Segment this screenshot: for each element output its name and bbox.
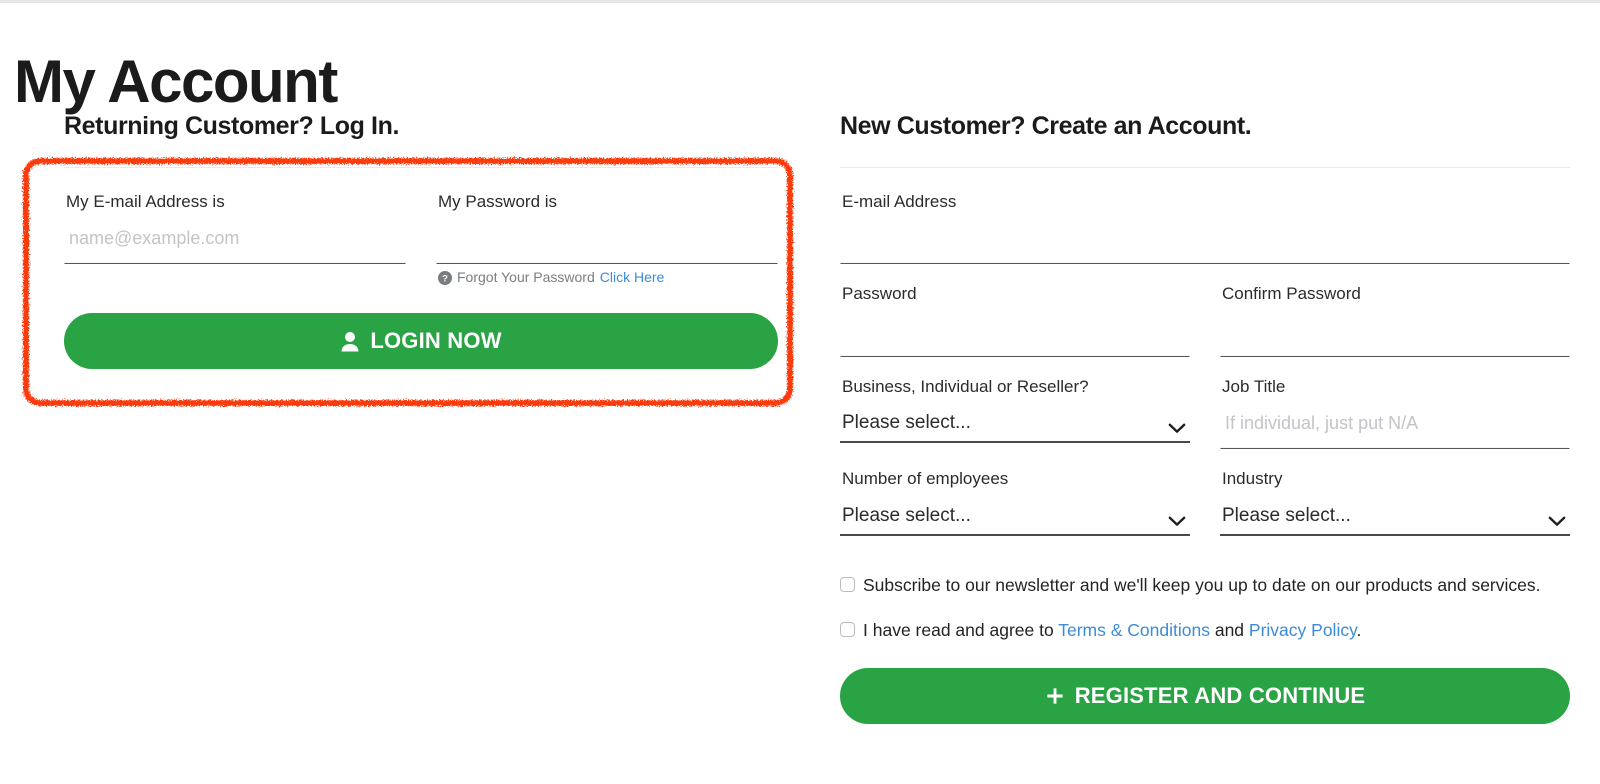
terms-middle: and	[1209, 619, 1249, 640]
my-account-page: My Account Returning Customer? Log In. M…	[0, 0, 1600, 784]
register-password-field: Password	[840, 284, 1190, 357]
account-type-select[interactable]: Please select...	[840, 403, 1190, 444]
register-and-continue-label: REGISTER AND CONTINUE	[1074, 682, 1366, 708]
account-type-selected-value: Please select...	[842, 412, 971, 434]
login-column: Returning Customer? Log In. My E-mail Ad…	[38, 111, 778, 370]
newsletter-checkbox[interactable]	[840, 576, 855, 592]
terms-label: I have read and agree to Terms & Conditi…	[863, 619, 1361, 642]
register-password-input-wrap[interactable]	[840, 310, 1190, 357]
terms-conditions-link[interactable]: Terms & Conditions	[1058, 620, 1210, 640]
newsletter-label: Subscribe to our newsletter and we'll ke…	[863, 574, 1541, 595]
register-email-input-wrap[interactable]	[840, 218, 1570, 265]
account-type-field: Business, Individual or Reseller? Please…	[840, 377, 1190, 449]
login-heading: Returning Customer? Log In.	[64, 112, 400, 140]
login-password-input-wrap[interactable]	[436, 218, 778, 265]
user-icon	[340, 330, 360, 352]
register-heading: New Customer? Create an Account.	[840, 112, 1252, 140]
employees-label: Number of employees	[842, 469, 1009, 489]
account-type-label: Business, Individual or Reseller?	[842, 376, 1089, 396]
terms-prefix: I have read and agree to	[863, 619, 1059, 640]
register-column: New Customer? Create an Account. E-mail …	[840, 111, 1570, 724]
terms-checkbox-row[interactable]: I have read and agree to Terms & Conditi…	[840, 619, 1570, 642]
terms-suffix: .	[1356, 619, 1362, 640]
employees-selected-value: Please select...	[842, 504, 971, 526]
login-email-input-wrap[interactable]	[64, 218, 406, 265]
register-email-input[interactable]	[841, 219, 1569, 264]
forgot-password-text: Forgot Your Password	[457, 269, 595, 286]
forgot-password-hint: ? Forgot Your Password Click Here	[436, 269, 778, 286]
plus-icon	[1045, 685, 1065, 707]
chevron-down-icon	[1168, 421, 1186, 433]
register-confirm-password-field: Confirm Password	[1220, 284, 1570, 357]
job-title-field: Job Title	[1220, 376, 1570, 450]
login-fields-row: My E-mail Address is My Password is	[64, 192, 778, 286]
svg-text:?: ?	[442, 273, 448, 284]
newsletter-checkbox-row[interactable]: Subscribe to our newsletter and we'll ke…	[840, 574, 1570, 597]
question-circle-icon: ?	[438, 270, 452, 285]
page-title: My Account	[14, 48, 338, 116]
login-email-field: My E-mail Address is	[64, 192, 406, 286]
job-title-input-wrap[interactable]	[1220, 403, 1570, 450]
industry-selected-value: Please select...	[1222, 504, 1351, 526]
job-title-input[interactable]	[1221, 404, 1569, 449]
register-password-row: Password Confirm Password	[840, 284, 1570, 357]
login-password-input[interactable]	[437, 219, 777, 264]
register-confirm-password-input[interactable]	[1221, 311, 1569, 356]
register-email-label: E-mail Address	[842, 192, 957, 211]
register-type-row: Business, Individual or Reseller? Please…	[840, 376, 1570, 450]
job-title-label: Job Title	[1222, 376, 1286, 396]
login-email-input[interactable]	[65, 219, 405, 264]
industry-label: Industry	[1222, 469, 1283, 489]
login-now-label: LOGIN NOW	[370, 328, 502, 354]
register-email-field: E-mail Address	[840, 192, 1570, 265]
login-password-field: My Password is ? Forgot Your Password Cl…	[436, 192, 778, 286]
login-email-label: My E-mail Address is	[66, 192, 225, 211]
employees-select[interactable]: Please select...	[840, 496, 1190, 536]
industry-field: Industry Please select...	[1220, 469, 1570, 536]
register-password-label: Password	[842, 284, 917, 304]
chevron-down-icon	[1168, 514, 1186, 526]
register-and-continue-button[interactable]: REGISTER AND CONTINUE	[840, 667, 1570, 724]
login-password-label: My Password is	[438, 192, 558, 211]
industry-select[interactable]: Please select...	[1220, 496, 1570, 536]
employees-field: Number of employees Please select...	[840, 469, 1190, 536]
register-company-row: Number of employees Please select... Ind…	[840, 469, 1570, 536]
register-confirm-password-label: Confirm Password	[1222, 284, 1361, 304]
privacy-policy-link[interactable]: Privacy Policy	[1249, 620, 1357, 640]
login-now-button[interactable]: LOGIN NOW	[64, 313, 778, 370]
chevron-down-icon	[1548, 514, 1566, 526]
register-confirm-password-input-wrap[interactable]	[1220, 310, 1570, 357]
terms-checkbox[interactable]	[840, 621, 855, 637]
register-password-input[interactable]	[841, 311, 1189, 356]
forgot-password-link[interactable]: Click Here	[600, 269, 665, 286]
